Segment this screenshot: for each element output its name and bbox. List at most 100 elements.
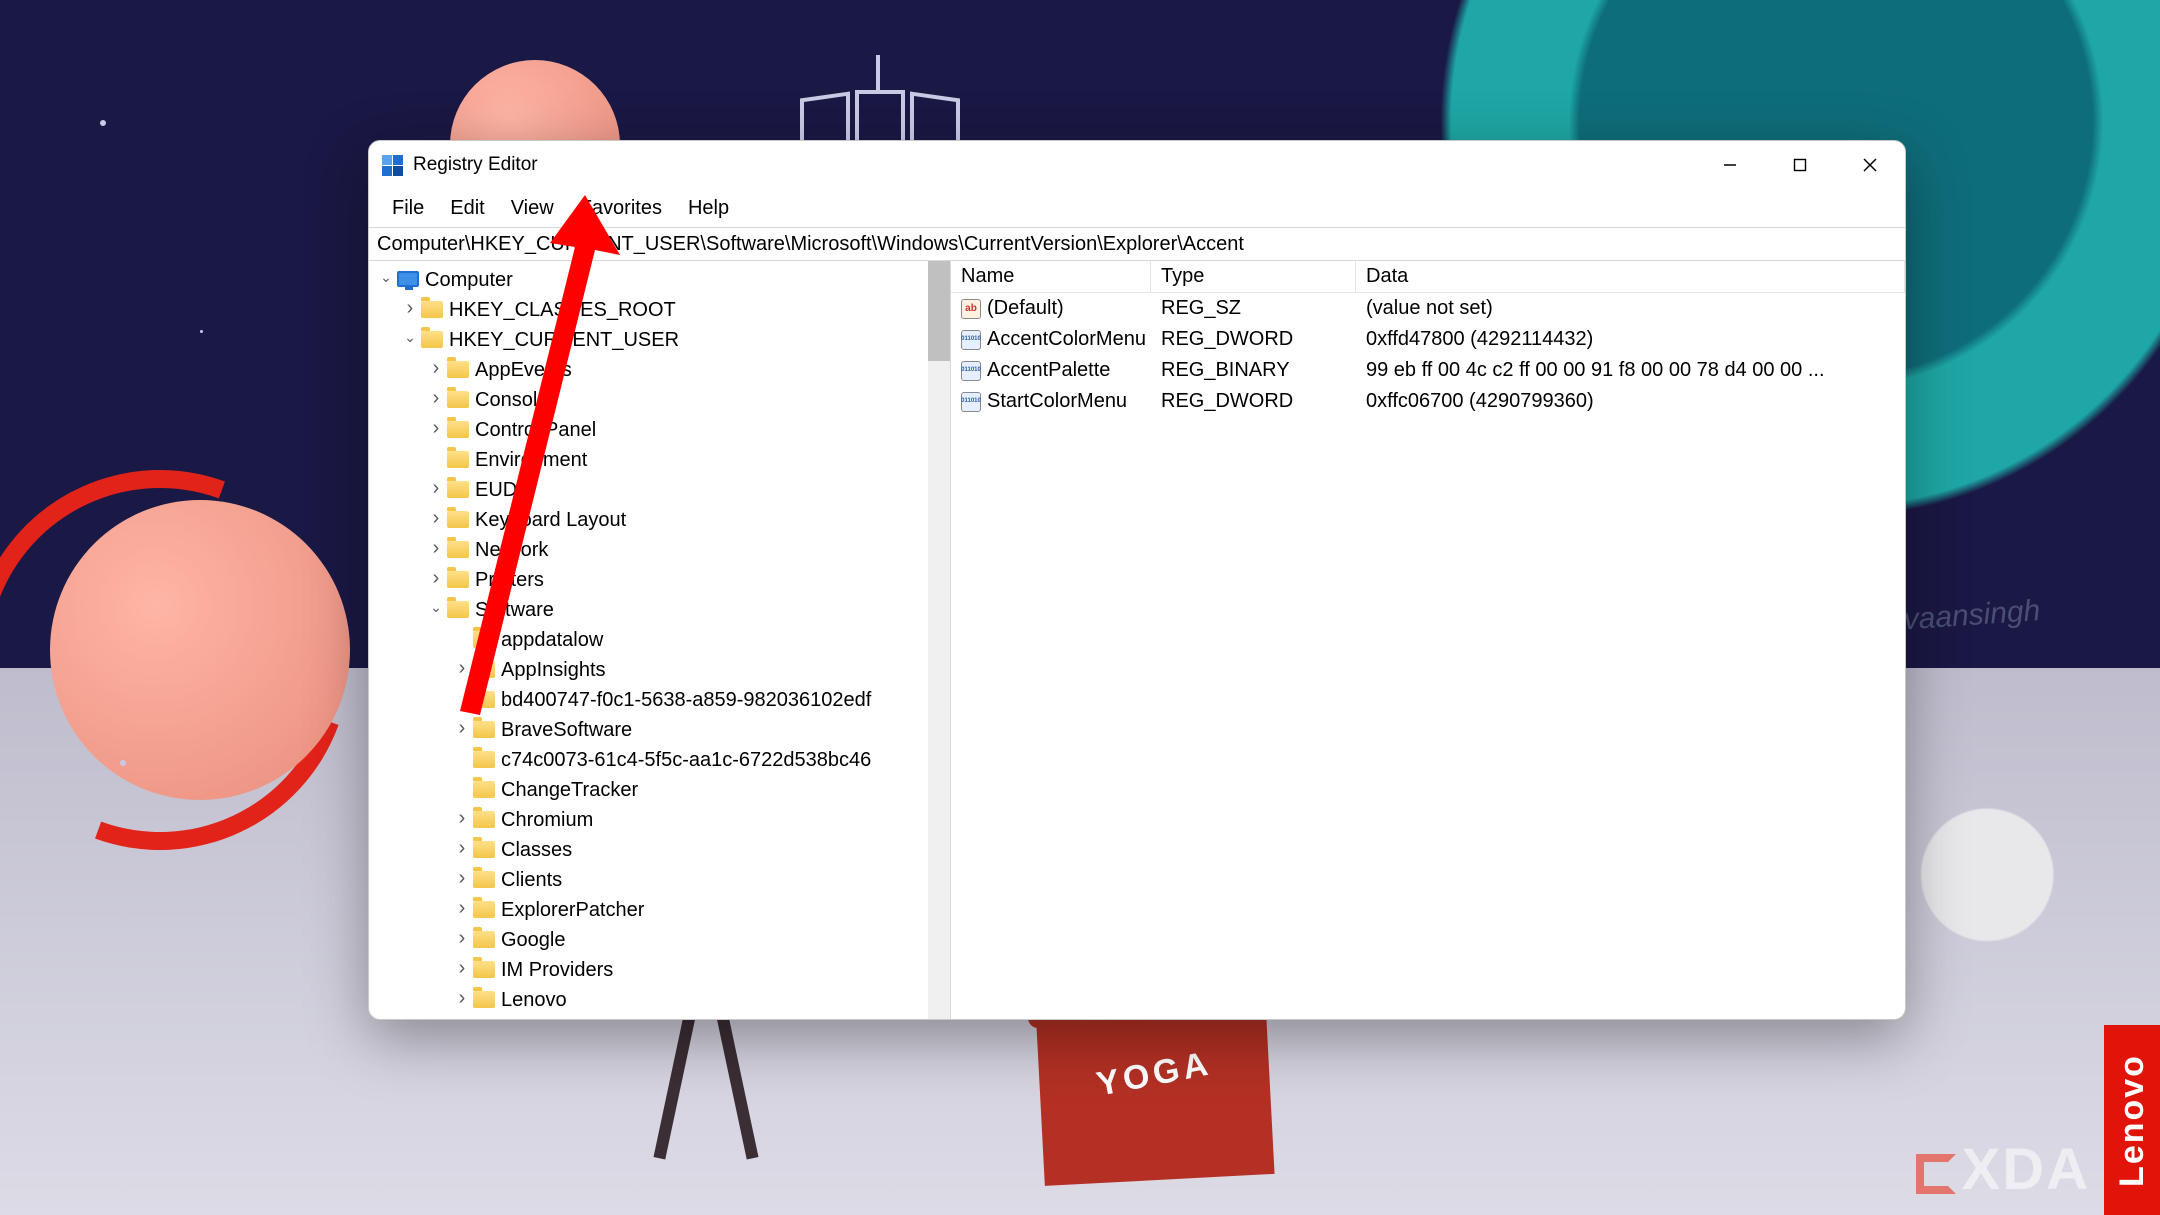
tree-software-chromium[interactable]: ›Chromium (369, 805, 950, 835)
menu-view[interactable]: View (498, 193, 567, 224)
tree-hkcu-console[interactable]: ›Console (369, 385, 950, 415)
tree-software-c74c0073-61c4-5f5c-aa1c-6722d538bc46[interactable]: ·c74c0073-61c4-5f5c-aa1c-6722d538bc46 (369, 745, 950, 775)
menu-help[interactable]: Help (675, 193, 742, 224)
chevron-right-icon[interactable]: › (425, 567, 447, 590)
value-data: 0xffc06700 (4290799360) (1356, 390, 1905, 413)
value-type: REG_SZ (1151, 297, 1356, 320)
tree-hkcu-software[interactable]: ⌄Software (369, 595, 950, 625)
tree-label: Control Panel (475, 419, 596, 442)
chevron-right-icon[interactable]: › (425, 537, 447, 560)
tree-software-bravesoftware[interactable]: › BraveSoftware (369, 715, 950, 745)
folder-icon (473, 810, 495, 830)
close-button[interactable] (1835, 141, 1905, 189)
chevron-down-icon[interactable]: ⌄ (399, 329, 421, 346)
tree-computer[interactable]: ⌄Computer (369, 265, 950, 295)
address-bar[interactable]: Computer\HKEY_CURRENT_USER\Software\Micr… (369, 227, 1905, 261)
tree-software-appdatalow[interactable]: ·appdatalow (369, 625, 950, 655)
value-data: 0xffd47800 (4292114432) (1356, 328, 1905, 351)
value-data: (value not set) (1356, 297, 1905, 320)
maximize-button[interactable] (1765, 141, 1835, 189)
value-row[interactable]: ab(Default)REG_SZ(value not set) (951, 293, 1905, 324)
chevron-right-icon[interactable]: › (425, 507, 447, 530)
tree-hkcu-network[interactable]: ›Network (369, 535, 950, 565)
folder-icon (447, 480, 469, 500)
folder-icon (447, 450, 469, 470)
chevron-right-icon[interactable]: › (425, 357, 447, 380)
title-bar[interactable]: Registry Editor (369, 141, 1905, 189)
chevron-right-icon[interactable]: › (399, 297, 421, 320)
chevron-right-icon[interactable]: › (451, 807, 473, 830)
folder-icon (473, 960, 495, 980)
menu-file[interactable]: File (379, 193, 437, 224)
address-path: Computer\HKEY_CURRENT_USER\Software\Micr… (377, 233, 1244, 256)
minimize-button[interactable] (1695, 141, 1765, 189)
tree-hkcu-eudc[interactable]: ›EUDC (369, 475, 950, 505)
value-data: 99 eb ff 00 4c c2 ff 00 00 91 f8 00 00 7… (1356, 359, 1905, 382)
folder-icon (447, 540, 469, 560)
chevron-right-icon[interactable]: › (451, 657, 473, 680)
col-data[interactable]: Data (1356, 261, 1905, 292)
value-name: (Default) (987, 297, 1064, 320)
tree-software-appinsights[interactable]: ›AppInsights (369, 655, 950, 685)
tree-label: ChangeTracker (501, 779, 638, 802)
value-name: AccentColorMenu (987, 328, 1146, 351)
tree-label: BraveSoftware (501, 719, 632, 742)
chevron-right-icon[interactable]: › (451, 897, 473, 920)
folder-icon (473, 900, 495, 920)
binary-value-icon: 011010 (961, 392, 981, 412)
tree-hkcu-keyboard-layout[interactable]: ›Keyboard Layout (369, 505, 950, 535)
bg-yoga-bag: YOGA (1035, 994, 1274, 1186)
value-row[interactable]: 011010AccentColorMenuREG_DWORD0xffd47800… (951, 324, 1905, 355)
tree-software-explorerpatcher[interactable]: ›ExplorerPatcher (369, 895, 950, 925)
folder-icon (447, 360, 469, 380)
tree-label: Clients (501, 869, 562, 892)
chevron-right-icon[interactable]: › (451, 837, 473, 860)
chevron-right-icon[interactable]: › (425, 417, 447, 440)
chevron-right-icon[interactable]: › (451, 957, 473, 980)
tree-software-clients[interactable]: › Clients (369, 865, 950, 895)
chevron-right-icon[interactable]: › (425, 477, 447, 500)
chevron-right-icon[interactable]: › (451, 867, 473, 890)
tree-hkcu-printers[interactable]: ›Printers (369, 565, 950, 595)
chevron-right-icon[interactable]: › (425, 387, 447, 410)
tree-software-lenovo[interactable]: › Lenovo (369, 985, 950, 1015)
tree-software-changetracker[interactable]: · ChangeTracker (369, 775, 950, 805)
col-type[interactable]: Type (1151, 261, 1356, 292)
bg-planet-left (50, 500, 350, 800)
computer-icon (397, 270, 419, 290)
tree-hkcu-control-panel[interactable]: › Control Panel (369, 415, 950, 445)
tree-hkcu-environment[interactable]: ·Environment (369, 445, 950, 475)
expander-blank: · (451, 782, 473, 798)
tree-hkcr[interactable]: ›HKEY_CLASSES_ROOT (369, 295, 950, 325)
tree-software-im-providers[interactable]: ›IM Providers (369, 955, 950, 985)
chevron-down-icon[interactable]: ⌄ (425, 599, 447, 616)
value-row[interactable]: 011010AccentPaletteREG_BINARY99 eb ff 00… (951, 355, 1905, 386)
tree-scrollbar-track[interactable] (928, 261, 950, 1019)
folder-icon (447, 570, 469, 590)
tree-scrollbar-thumb[interactable] (928, 261, 950, 361)
menu-edit[interactable]: Edit (437, 193, 497, 224)
chevron-down-icon[interactable]: ⌄ (375, 269, 397, 286)
xda-watermark: XDA (1916, 1136, 2090, 1203)
chevron-right-icon[interactable]: › (451, 717, 473, 740)
value-list[interactable]: Name Type Data ab(Default)REG_SZ(value n… (951, 261, 1905, 1019)
tree-software-bd400747-f0c1-5638-a859-982036102edf[interactable]: ·bd400747-f0c1-5638-a859-982036102edf (369, 685, 950, 715)
folder-icon (473, 630, 495, 650)
expander-blank: · (451, 692, 473, 708)
tree-software-google[interactable]: ›Google (369, 925, 950, 955)
tree-hkcu-appevents[interactable]: ›AppEvents (369, 355, 950, 385)
tree-label: Lenovo (501, 989, 567, 1012)
col-name[interactable]: Name (951, 261, 1151, 292)
window-title: Registry Editor (413, 154, 538, 176)
value-row[interactable]: 011010StartColorMenuREG_DWORD0xffc06700 … (951, 386, 1905, 417)
tree-view[interactable]: ⌄Computer›HKEY_CLASSES_ROOT⌄HKEY_CURRENT… (369, 261, 950, 1019)
menu-favorites[interactable]: Favorites (567, 193, 675, 224)
menu-bar: File Edit View Favorites Help (369, 189, 1905, 227)
chevron-right-icon[interactable]: › (451, 987, 473, 1010)
chevron-right-icon[interactable]: › (451, 927, 473, 950)
tree-software-classes[interactable]: ›Classes (369, 835, 950, 865)
lenovo-watermark: Lenovo (2104, 1025, 2160, 1215)
folder-icon (473, 660, 495, 680)
folder-icon (421, 330, 443, 350)
tree-hkcu[interactable]: ⌄HKEY_CURRENT_USER (369, 325, 950, 355)
